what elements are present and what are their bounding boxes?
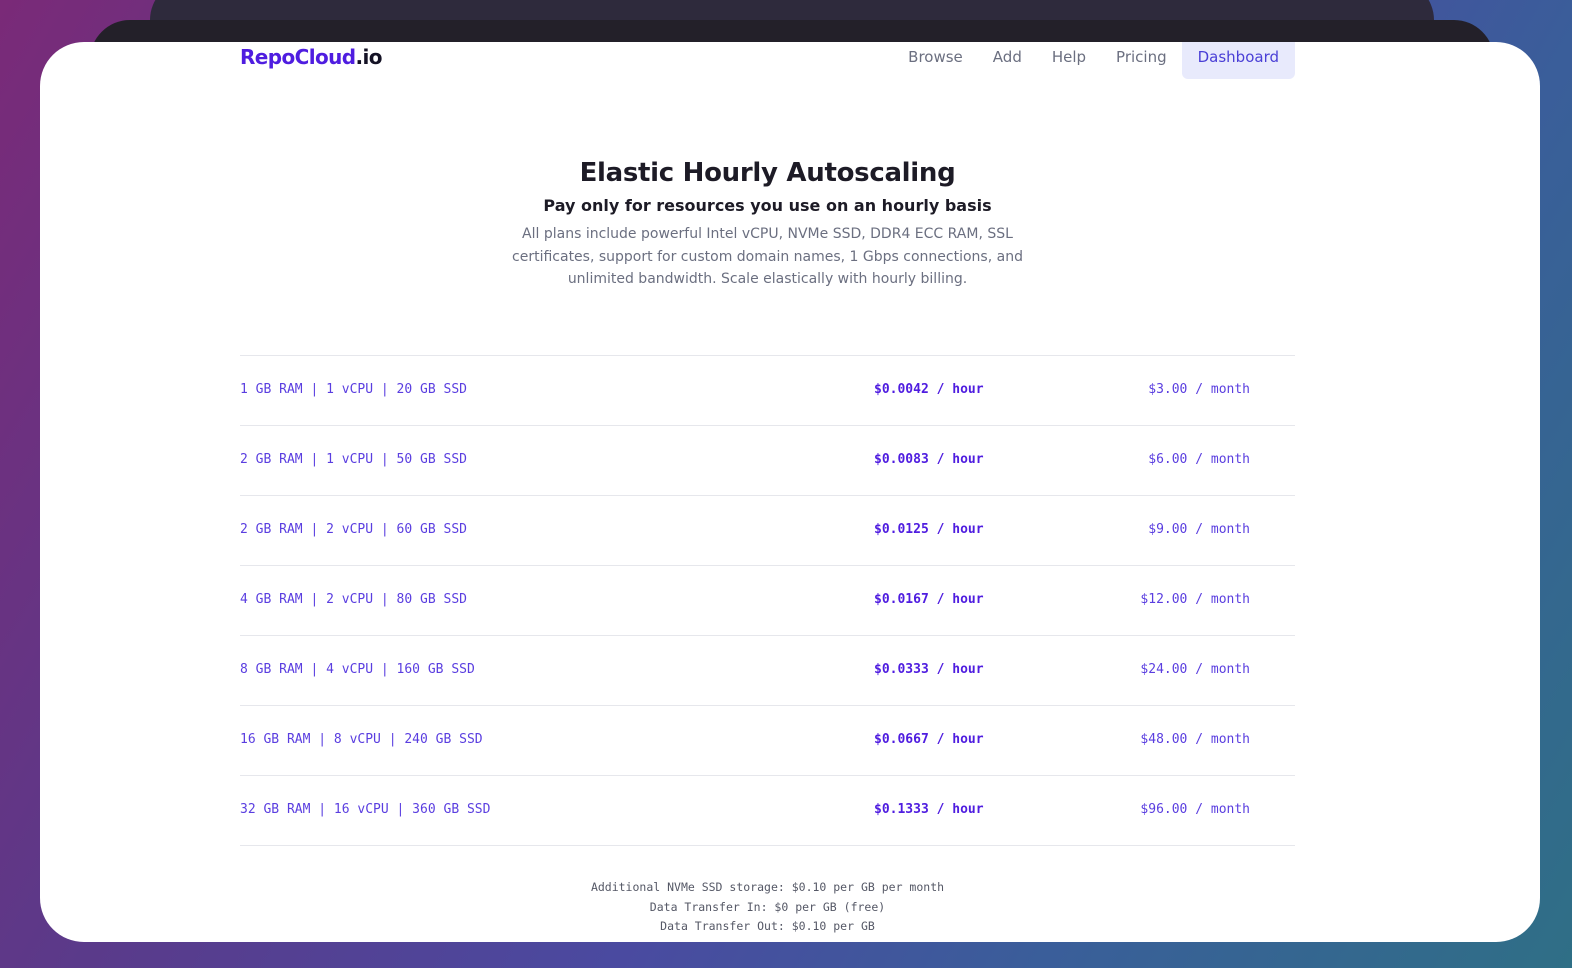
nav-pricing[interactable]: Pricing [1101,42,1182,73]
plan-monthly-price: $48.00 / month [1140,732,1250,747]
plan-spec: 1 GB RAM | 1 vCPU | 20 GB SSD [240,382,467,397]
browser-window: RepoCloud.io Browse Add Help Pricing Das… [40,42,1540,942]
plan-spec: 16 GB RAM | 8 vCPU | 240 GB SSD [240,732,483,747]
logo[interactable]: RepoCloud.io [240,45,382,69]
plan-monthly-price: $9.00 / month [1148,522,1250,537]
plan-hourly-price: $0.0667 / hour [874,732,984,747]
plan-spec: 4 GB RAM | 2 vCPU | 80 GB SSD [240,592,467,607]
page-subtitle: Pay only for resources you use on an hou… [543,196,992,215]
plan-spec: 2 GB RAM | 1 vCPU | 50 GB SSD [240,452,467,467]
page-description: All plans include powerful Intel vCPU, N… [512,226,1023,287]
note-transfer-out: Data Transfer Out: $0.10 per GB [660,919,875,933]
pricing-row: 16 GB RAM | 8 vCPU | 240 GB SSD $0.0667 … [240,706,1295,776]
pricing-row: 8 GB RAM | 4 vCPU | 160 GB SSD $0.0333 /… [240,636,1295,706]
nav-dashboard[interactable]: Dashboard [1181,42,1295,79]
plan-hourly-price: $0.0333 / hour [874,662,984,677]
pricing-table: 1 GB RAM | 1 vCPU | 20 GB SSD $0.0042 / … [240,355,1295,846]
nav-browse[interactable]: Browse [893,42,978,73]
hero-section: Elastic Hourly Autoscaling Pay only for … [240,158,1295,291]
plan-spec: 2 GB RAM | 2 vCPU | 60 GB SSD [240,522,467,537]
nav-help[interactable]: Help [1037,42,1101,73]
logo-tld: .io [355,45,382,69]
note-transfer-in: Data Transfer In: $0 per GB (free) [649,899,886,914]
pricing-row: 2 GB RAM | 1 vCPU | 50 GB SSD $0.0083 / … [240,426,1295,496]
plan-hourly-price: $0.0042 / hour [874,382,984,397]
pricing-row: 1 GB RAM | 1 vCPU | 20 GB SSD $0.0042 / … [240,356,1295,426]
page-container: RepoCloud.io Browse Add Help Pricing Das… [240,42,1295,933]
plan-hourly-price: $0.1333 / hour [874,802,984,817]
plan-monthly-price: $3.00 / month [1148,382,1250,397]
plan-hourly-price: $0.0125 / hour [874,522,984,537]
plan-monthly-price: $96.00 / month [1140,802,1250,817]
pricing-row: 2 GB RAM | 2 vCPU | 60 GB SSD $0.0125 / … [240,496,1295,566]
nav-add[interactable]: Add [978,42,1037,73]
plan-hourly-price: $0.0083 / hour [874,452,984,467]
page-title: Elastic Hourly Autoscaling [579,158,956,188]
nav-links: Browse Add Help Pricing Dashboard [893,42,1295,79]
plan-monthly-price: $6.00 / month [1148,452,1250,467]
pricing-row: 32 GB RAM | 16 vCPU | 360 GB SSD $0.1333… [240,776,1295,846]
plan-hourly-price: $0.0167 / hour [874,592,984,607]
top-nav: RepoCloud.io Browse Add Help Pricing Das… [240,42,1295,80]
note-storage: Additional NVMe SSD storage: $0.10 per G… [590,880,945,894]
logo-name: RepoCloud [240,45,356,69]
plan-monthly-price: $12.00 / month [1140,592,1250,607]
pricing-row: 4 GB RAM | 2 vCPU | 80 GB SSD $0.0167 / … [240,566,1295,636]
pricing-notes: Additional NVMe SSD storage: $0.10 per G… [240,878,1295,937]
plan-spec: 8 GB RAM | 4 vCPU | 160 GB SSD [240,662,475,677]
plan-spec: 32 GB RAM | 16 vCPU | 360 GB SSD [240,802,491,817]
plan-monthly-price: $24.00 / month [1140,662,1250,677]
